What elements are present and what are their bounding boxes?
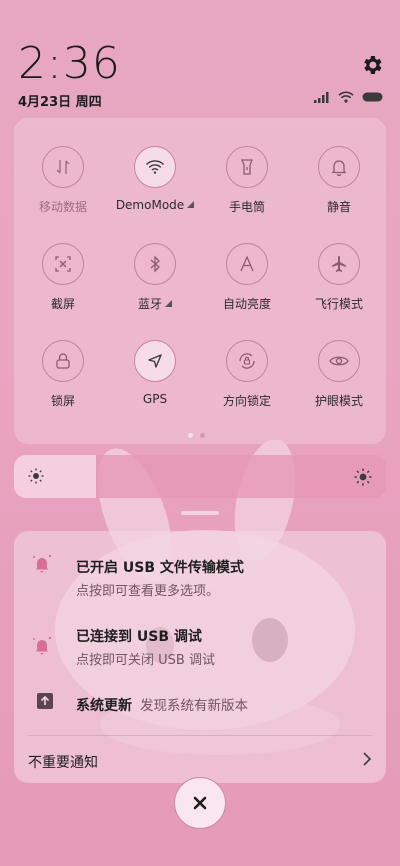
gear-icon[interactable] <box>360 53 384 77</box>
tile-gps[interactable]: GPS <box>109 340 201 406</box>
drag-handle[interactable] <box>181 511 219 515</box>
tile-label: 锁屏 <box>50 394 75 408</box>
system-update-text: 系统更新 发现系统有新版本 <box>76 694 248 715</box>
usb-bell-icon <box>33 636 52 655</box>
airplane-icon <box>318 243 360 285</box>
system-update-title: 系统更新 <box>76 698 132 714</box>
flashlight-icon <box>226 146 268 188</box>
chevron-right-icon[interactable] <box>362 751 372 767</box>
usb-bell-icon <box>33 554 52 573</box>
tile-label: 手电筒 <box>228 200 265 214</box>
notification-panel: 已开启 USB 文件传输模式 点按即可查看更多选项。 已连接到 USB 调试 点… <box>14 531 386 783</box>
tile-label: DemoMode <box>109 198 201 212</box>
upload-icon <box>37 693 53 709</box>
tile-label: 蓝牙 <box>109 295 201 312</box>
mobile-data-icon <box>42 146 84 188</box>
tile-label: GPS <box>142 392 168 406</box>
tile-label: 飞行模式 <box>314 297 363 311</box>
notification-subtitle: 点按即可关闭 USB 调试 <box>76 653 215 668</box>
auto-brightness-icon <box>226 243 268 285</box>
notification-usb-transfer[interactable]: 已开启 USB 文件传输模式 点按即可查看更多选项。 <box>14 531 386 601</box>
tile-label: 护眼模式 <box>314 394 363 408</box>
sun-small-icon <box>28 468 44 484</box>
signal-icon <box>314 91 329 103</box>
rotation-lock-icon <box>226 340 268 382</box>
brightness-fill <box>14 455 96 498</box>
tile-label: 移动数据 <box>38 200 87 214</box>
wifi-icon <box>338 91 354 103</box>
tile-airplane[interactable]: 飞行模式 <box>293 243 385 312</box>
arrow-indicator <box>165 300 172 307</box>
status-icons <box>314 91 384 103</box>
bluetooth-icon <box>134 243 176 285</box>
tile-label: 静音 <box>326 200 351 214</box>
tile-mobile-data[interactable]: 移动数据 <box>17 146 109 215</box>
quick-settings-panel: 移动数据 DemoMode 手电筒 静音 截屏 蓝牙 自动亮度 飞行模式 锁屏 … <box>14 118 386 444</box>
clock-time: 2:36 <box>18 38 121 89</box>
tile-lock-screen[interactable]: 锁屏 <box>17 340 109 409</box>
tile-bluetooth[interactable]: 蓝牙 <box>109 243 201 312</box>
notification-system-update[interactable]: 系统更新 发现系统有新版本 <box>14 681 386 721</box>
date-label: 4月23日 周四 <box>18 95 102 110</box>
divider <box>28 735 372 736</box>
sun-large-icon <box>354 468 372 486</box>
tile-silent[interactable]: 静音 <box>293 146 385 215</box>
tile-eye-care[interactable]: 护眼模式 <box>293 340 385 409</box>
clear-all-button[interactable] <box>174 777 226 829</box>
wifi-icon <box>134 146 176 188</box>
notification-title: 已连接到 USB 调试 <box>76 629 202 645</box>
tile-demomode[interactable]: DemoMode <box>109 146 201 212</box>
tile-auto-brightness[interactable]: 自动亮度 <box>201 243 293 312</box>
location-arrow-icon <box>134 340 176 382</box>
tile-label: 截屏 <box>50 297 75 311</box>
unimportant-notifications-link[interactable]: 不重要通知 <box>28 752 98 772</box>
lock-icon <box>42 340 84 382</box>
eye-icon <box>318 340 360 382</box>
tile-label: 自动亮度 <box>222 297 271 311</box>
tile-flashlight[interactable]: 手电筒 <box>201 146 293 215</box>
tile-screenshot[interactable]: 截屏 <box>17 243 109 312</box>
page-indicator <box>188 433 205 438</box>
page-dot <box>200 433 205 438</box>
tile-rotation-lock[interactable]: 方向锁定 <box>201 340 293 409</box>
tile-label: 方向锁定 <box>222 394 271 408</box>
close-icon <box>193 796 207 810</box>
notification-usb-debug[interactable]: 已连接到 USB 调试 点按即可关闭 USB 调试 <box>14 603 386 673</box>
battery-icon <box>362 92 383 102</box>
page-dot-active <box>188 433 193 438</box>
screenshot-icon <box>42 243 84 285</box>
bell-icon <box>318 146 360 188</box>
notification-subtitle: 点按即可查看更多选项。 <box>76 584 220 599</box>
arrow-indicator <box>187 201 195 208</box>
system-update-subtitle: 发现系统有新版本 <box>140 698 248 714</box>
notification-title: 已开启 USB 文件传输模式 <box>76 560 244 576</box>
brightness-slider[interactable] <box>14 455 386 498</box>
